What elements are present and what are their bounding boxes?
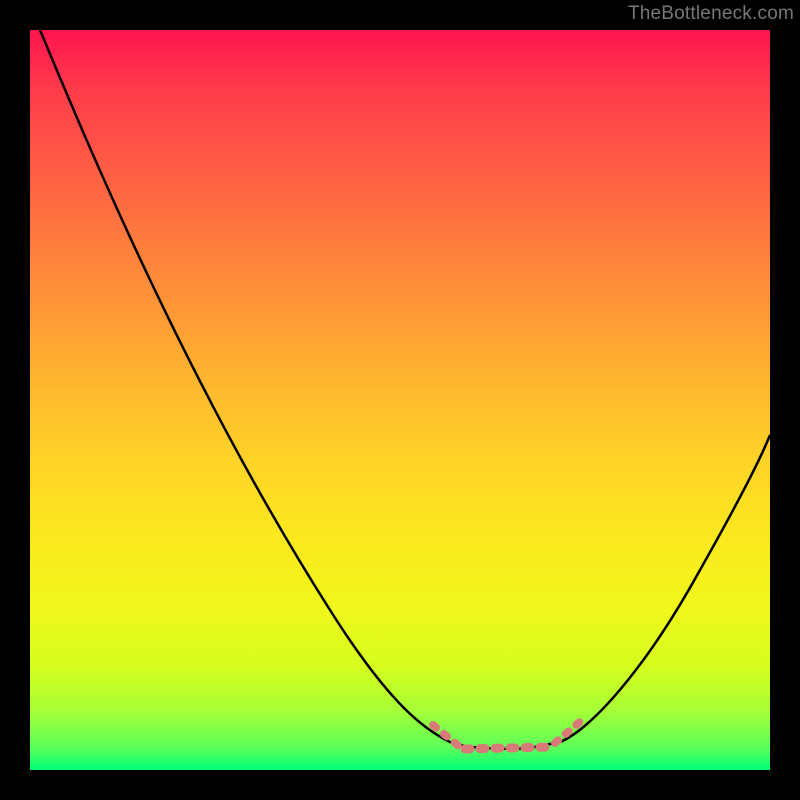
plot-area: [30, 30, 770, 770]
watermark-text: TheBottleneck.com: [628, 3, 794, 25]
flat-marker-center: [465, 747, 550, 749]
chart-frame: TheBottleneck.com: [0, 0, 800, 800]
curve-layer: [30, 30, 770, 770]
main-curve: [40, 30, 770, 749]
